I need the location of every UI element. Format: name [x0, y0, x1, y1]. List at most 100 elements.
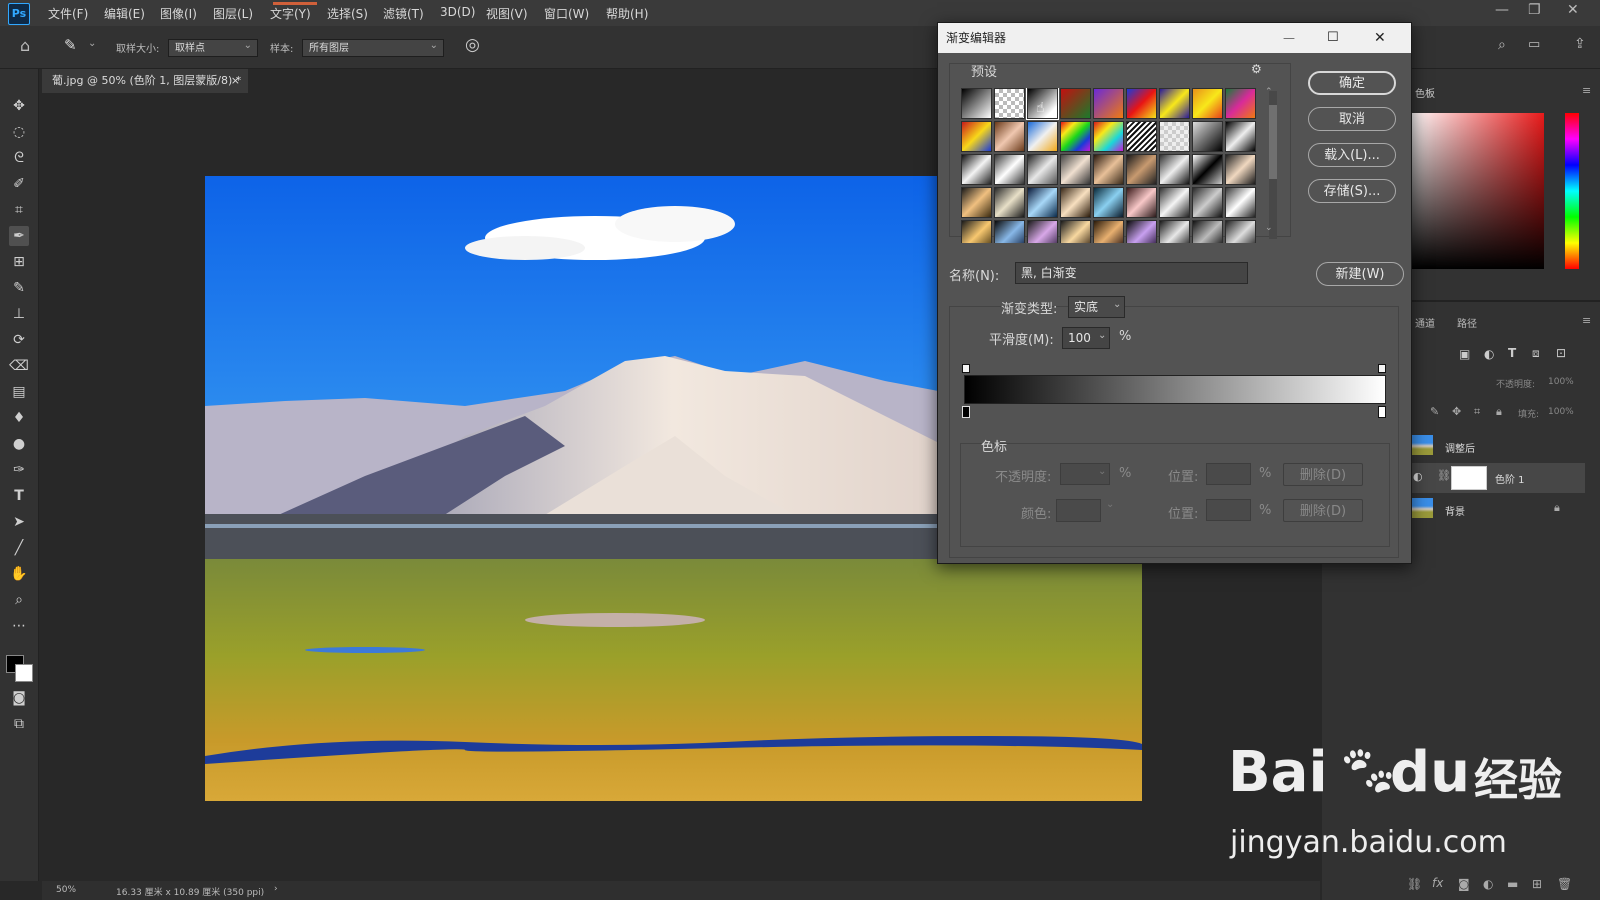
gradient-preset-swatch[interactable] — [961, 154, 992, 185]
fill-value[interactable]: 100% — [1548, 407, 1574, 417]
line-tool-icon[interactable]: ╱ — [9, 538, 29, 558]
lock-all-icon[interactable]: 🔒︎ — [1496, 405, 1502, 419]
menu-help[interactable]: 帮助(H) — [606, 5, 648, 22]
color-picker-field[interactable] — [1410, 113, 1544, 269]
gradient-preset-swatch[interactable] — [1225, 154, 1256, 185]
gradient-name-input[interactable]: 黑, 白渐变 — [1015, 262, 1248, 284]
gradient-preset-swatch[interactable] — [1093, 88, 1124, 119]
gradient-tool-icon[interactable]: ▤ — [9, 382, 29, 402]
cancel-button[interactable]: 取消 — [1308, 107, 1396, 131]
panel-menu-icon[interactable]: ≡ — [1582, 84, 1591, 97]
gradient-preset-swatch[interactable] — [1159, 220, 1190, 243]
layer-row[interactable]: 背景 🔒︎ — [1407, 495, 1585, 525]
eraser-tool-icon[interactable]: ⌫ — [9, 356, 29, 376]
dodge-tool-icon[interactable]: ● — [9, 434, 29, 454]
smoothness-chevron-down-icon[interactable]: ⌄ — [1098, 326, 1106, 346]
gradient-preset-swatch[interactable] — [994, 220, 1025, 243]
gradient-preset-swatch[interactable] — [1027, 121, 1058, 152]
eyedropper-tool-icon[interactable]: ✒ — [9, 226, 29, 246]
dialog-minimize-icon[interactable]: — — [1283, 23, 1295, 53]
menu-select[interactable]: 选择(S) — [327, 5, 368, 22]
menu-file[interactable]: 文件(F) — [48, 5, 88, 22]
path-select-tool-icon[interactable]: ➤ — [9, 512, 29, 532]
hue-slider[interactable] — [1565, 113, 1579, 269]
gradient-preset-swatch[interactable] — [1225, 187, 1256, 218]
gradient-preset-swatch[interactable] — [1159, 154, 1190, 185]
move-tool-icon[interactable]: ✥ — [9, 96, 29, 116]
gradient-preset-swatch[interactable] — [1060, 187, 1091, 218]
gradient-preset-swatch[interactable] — [1060, 154, 1091, 185]
gradient-preset-swatch[interactable] — [1192, 88, 1223, 119]
gradient-preset-swatch[interactable] — [961, 187, 992, 218]
home-icon[interactable]: ⌂ — [20, 36, 30, 55]
quick-select-tool-icon[interactable]: ✐ — [9, 174, 29, 194]
presets-scrollbar-thumb[interactable] — [1269, 105, 1277, 179]
gradient-preset-swatch[interactable] — [1159, 187, 1190, 218]
gradient-preset-swatch[interactable] — [1093, 220, 1124, 243]
filter-type-icon[interactable]: T — [1508, 346, 1516, 360]
gradient-preset-swatch[interactable] — [1060, 121, 1091, 152]
layer-lock-icon[interactable]: 🔒︎ — [1554, 501, 1560, 515]
delete-color-stop-button[interactable]: 删除(D) — [1283, 499, 1363, 522]
gradient-preset-swatch[interactable] — [961, 121, 992, 152]
menu-type[interactable]: 文字(Y) — [270, 5, 311, 22]
layer-mask-thumbnail[interactable] — [1451, 466, 1487, 490]
stop-color-chevron-icon[interactable]: ⌄ — [1106, 499, 1114, 510]
mask-link-icon[interactable]: ⛓ — [1437, 469, 1451, 482]
smoothness-input[interactable]: 100 ⌄ — [1062, 327, 1110, 349]
blur-tool-icon[interactable]: ♦ — [9, 408, 29, 428]
scroll-down-icon[interactable]: ⌄ — [1265, 223, 1273, 233]
gradient-preset-swatch[interactable] — [1027, 154, 1058, 185]
dialog-close-icon[interactable]: ✕ — [1374, 23, 1386, 53]
minimize-icon[interactable]: — — [1495, 2, 1509, 18]
hand-tool-icon[interactable]: ✋ — [9, 564, 29, 584]
crop-tool-icon[interactable]: ⌗ — [9, 200, 29, 220]
lock-pixels-icon[interactable]: ✎ — [1430, 405, 1439, 418]
menu-edit[interactable]: 编辑(E) — [104, 5, 145, 22]
presets-scrollbar[interactable] — [1269, 91, 1277, 239]
gradient-preset-swatch[interactable] — [1060, 220, 1091, 243]
gradient-preset-swatch[interactable] — [1192, 220, 1223, 243]
menu-filter[interactable]: 滤镜(T) — [383, 5, 424, 22]
gradient-preset-swatch[interactable] — [1192, 187, 1223, 218]
gradient-preset-swatch[interactable] — [1126, 220, 1157, 243]
dialog-title-bar[interactable]: 渐变编辑器 — ☐ ✕ — [938, 23, 1411, 53]
zoom-level[interactable]: 50% — [56, 885, 76, 895]
layer-row[interactable]: 调整后 — [1407, 432, 1585, 462]
gradient-preset-swatch[interactable] — [1225, 220, 1256, 243]
close-tab-icon[interactable]: × — [231, 69, 240, 93]
pen-tool-icon[interactable]: ✑ — [9, 460, 29, 480]
stop-opacity-input[interactable]: ⌄ — [1060, 463, 1110, 485]
menu-view[interactable]: 视图(V) — [486, 5, 528, 22]
gradient-preset-swatch[interactable] — [961, 88, 992, 119]
gradient-preset-swatch[interactable] — [994, 154, 1025, 185]
healing-tool-icon[interactable]: ⊞ — [9, 252, 29, 272]
menu-layer[interactable]: 图层(L) — [213, 5, 253, 22]
gradient-preset-swatch[interactable] — [1126, 121, 1157, 152]
eyedropper-tool-icon[interactable]: ✎ — [64, 36, 77, 54]
gradient-type-select[interactable]: 实底 ⌄ — [1068, 296, 1125, 318]
gradient-preview-bar[interactable] — [964, 375, 1386, 404]
sample-size-select[interactable]: 取样点 — [168, 37, 258, 57]
lasso-tool-icon[interactable]: ᘓ — [9, 148, 29, 168]
dialog-maximize-icon[interactable]: ☐ — [1327, 23, 1339, 53]
delete-opacity-stop-button[interactable]: 删除(D) — [1283, 463, 1363, 486]
scroll-up-icon[interactable]: ⌃ — [1265, 87, 1273, 97]
new-button[interactable]: 新建(W) — [1316, 262, 1404, 286]
color-stop-white[interactable] — [1378, 406, 1386, 418]
sample-ring-icon[interactable]: ◎ — [465, 35, 480, 55]
gradient-preset-swatch[interactable] — [1225, 88, 1256, 119]
gradient-preset-swatch[interactable] — [1126, 187, 1157, 218]
stop-opacity-location-input[interactable] — [1206, 463, 1251, 485]
ok-button[interactable]: 确定 — [1308, 71, 1396, 95]
gradient-preset-swatch[interactable] — [1027, 187, 1058, 218]
gradient-preset-swatch[interactable] — [1159, 88, 1190, 119]
gradient-preset-swatch[interactable] — [1027, 220, 1058, 243]
gradient-preset-swatch[interactable] — [1159, 121, 1190, 152]
menu-image[interactable]: 图像(I) — [160, 5, 197, 22]
quick-mask-icon[interactable]: ◙ — [9, 688, 29, 708]
presets-settings-gear-icon[interactable]: ⚙ — [1251, 62, 1262, 76]
share-icon[interactable]: ⇪ — [1574, 36, 1586, 52]
menu-3d[interactable]: 3D(D) — [440, 5, 475, 19]
load-button[interactable]: 载入(L)... — [1308, 143, 1396, 167]
